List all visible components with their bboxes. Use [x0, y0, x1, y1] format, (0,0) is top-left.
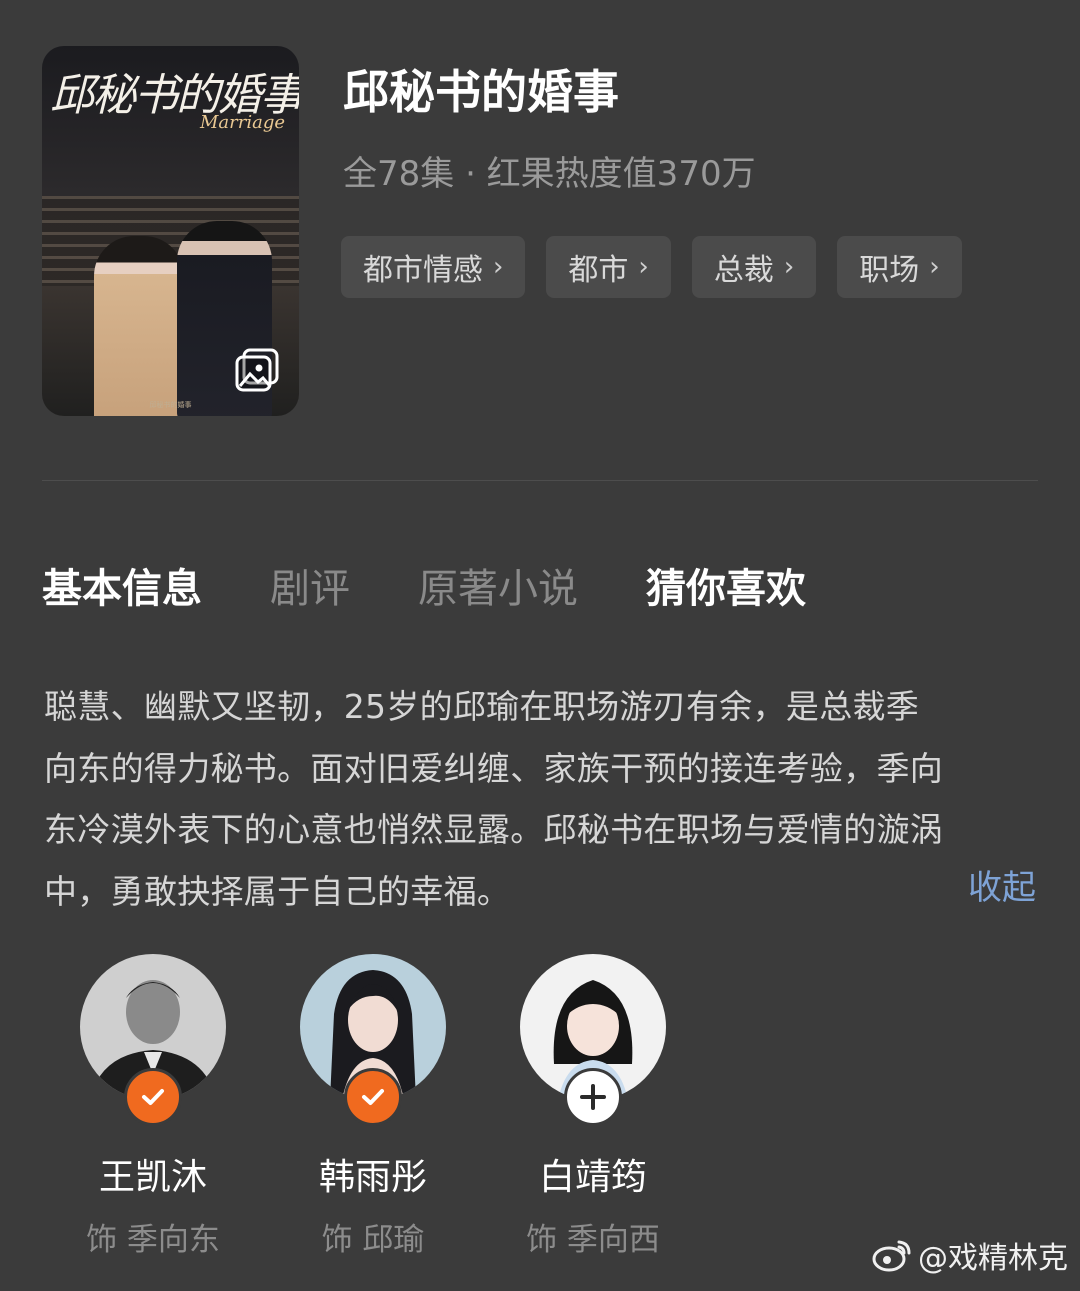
drama-poster[interactable]: 邱秘书的婚事 Marriage 邱秘书的婚事 — [42, 46, 299, 416]
synopsis: 聪慧、幽默又坚韧，25岁的邱瑜在职场游刃有余，是总裁季 向东的得力秘书。面对旧爱… — [44, 676, 1038, 922]
tag-label: 都市 — [568, 253, 629, 288]
tag-chip[interactable]: 都市 › — [546, 236, 671, 298]
tag-chip[interactable]: 总裁 › — [691, 236, 817, 298]
poster-subtitle: Marriage — [200, 112, 286, 133]
drama-title: 邱秘书的婚事 — [343, 65, 619, 119]
cast-member[interactable]: 白靖筠 饰 季向西 — [483, 954, 703, 1259]
tag-chip[interactable]: 职场 › — [837, 236, 962, 298]
chevron-right-icon: › — [929, 252, 940, 282]
cast-role: 饰 季向东 — [86, 1222, 220, 1258]
gallery-icon[interactable] — [235, 348, 279, 392]
synopsis-line: 向东的得力秘书。面对旧爱纠缠、家族干预的接连考验，季向 — [44, 748, 944, 788]
followed-badge[interactable] — [124, 1068, 182, 1126]
poster-title: 邱秘书的婚事 Marriage — [50, 74, 299, 133]
cast-member[interactable]: 韩雨彤 饰 邱瑜 — [263, 954, 483, 1259]
synopsis-line: 聪慧、幽默又坚韧，25岁的邱瑜在职场游刃有余，是总裁季 — [44, 687, 920, 726]
tab-reviews[interactable]: 剧评 — [270, 556, 350, 614]
cast-role: 饰 邱瑜 — [321, 1222, 425, 1258]
cast-name: 王凯沐 — [98, 1157, 207, 1198]
synopsis-line: 中，勇敢抉择属于自己的幸福。 — [44, 871, 511, 911]
tab-original-novel[interactable]: 原著小说 — [418, 556, 578, 614]
follow-badge[interactable] — [564, 1068, 622, 1126]
tag-label: 都市情感 — [363, 253, 483, 288]
drama-meta: 全78集 · 红果热度值370万 — [343, 154, 756, 194]
cast-member[interactable]: 王凯沐 饰 季向东 — [43, 954, 263, 1259]
cast-name: 白靖筠 — [538, 1157, 647, 1198]
cast-list: 王凯沐 饰 季向东 韩雨彤 饰 邱瑜 白靖筠 饰 季向西 — [0, 954, 1080, 1258]
tag-label: 总裁 — [713, 253, 774, 288]
check-icon — [142, 1089, 164, 1105]
chevron-right-icon: › — [783, 252, 795, 282]
chevron-right-icon: › — [638, 252, 649, 282]
tag-list: 都市情感 › 都市 › 总裁 › 职场 › — [341, 236, 962, 298]
collapse-link[interactable]: 收起 — [968, 860, 1036, 909]
cast-role: 饰 季向西 — [526, 1222, 660, 1258]
poster-caption: 邱秘书的婚事 — [149, 401, 192, 409]
followed-badge[interactable] — [344, 1068, 402, 1126]
poster-actress-figure — [94, 236, 184, 416]
synopsis-line: 东冷漠外表下的心意也悄然显露。邱秘书在职场与爱情的漩涡 — [44, 810, 944, 849]
tab-basic-info[interactable]: 基本信息 — [42, 556, 202, 614]
weibo-icon — [872, 1240, 911, 1272]
watermark-text: @戏精林克 — [918, 1241, 1068, 1276]
drama-detail-page: 邱秘书的婚事 Marriage 邱秘书的婚事 邱秘书的婚事 全78集 · 红果热… — [0, 0, 1080, 1291]
tab-recommendations[interactable]: 猜你喜欢 — [646, 556, 806, 614]
plus-icon — [580, 1084, 606, 1110]
chevron-right-icon: › — [493, 252, 504, 282]
check-icon — [362, 1089, 384, 1105]
tab-bar: 基本信息 剧评 原著小说 猜你喜欢 — [42, 556, 874, 614]
section-divider — [42, 480, 1038, 481]
cast-name: 韩雨彤 — [318, 1157, 427, 1198]
tag-chip[interactable]: 都市情感 › — [341, 236, 526, 298]
tag-label: 职场 — [859, 253, 920, 288]
watermark: @戏精林克 — [872, 1233, 1068, 1277]
